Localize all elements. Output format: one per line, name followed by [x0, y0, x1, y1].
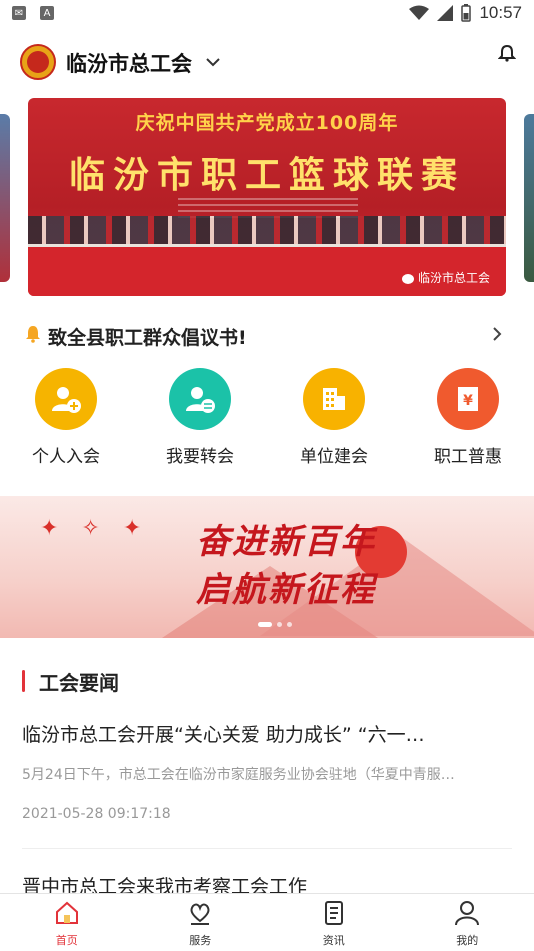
tab-profile[interactable]: 我的: [401, 894, 534, 951]
carousel-prev-card[interactable]: [0, 114, 10, 282]
user-icon: [454, 900, 480, 930]
promo-pagination: [258, 622, 292, 627]
home-icon: [54, 900, 80, 930]
news-item-date: 2021-05-28 09:17:18: [22, 806, 171, 822]
banner-carousel[interactable]: 庆祝中国共产党成立100周年 临汾市职工篮球联赛 临汾市总工会: [0, 98, 534, 298]
wifi-icon: [409, 5, 429, 21]
news-item-summary[interactable]: 5月24日下午，市总工会在临汾市家庭服务业协会驻地（华夏中青服…: [22, 764, 500, 784]
notice-text: 致全县职工群众倡议书!: [48, 323, 247, 350]
news-section-header: 工会要闻: [22, 668, 119, 694]
tab-label: 首页: [56, 932, 78, 948]
section-accent-bar: [22, 670, 25, 692]
pagination-dot-active: [258, 622, 272, 627]
document-icon: [321, 900, 347, 930]
app-header: 临汾市总工会: [0, 38, 534, 88]
person-add-icon: [35, 368, 97, 430]
bell-icon[interactable]: [498, 44, 516, 66]
building-icon: [303, 368, 365, 430]
bottom-tab-bar: 首页 服务 资讯 我的: [0, 893, 534, 951]
bird-decoration: ✦ ✧ ✦: [40, 516, 149, 541]
wechat-icon: [402, 274, 414, 284]
tab-home[interactable]: 首页: [0, 894, 134, 951]
quick-action-label: 单位建会: [284, 442, 384, 467]
quick-action-build[interactable]: 单位建会: [284, 368, 384, 467]
signal-icon: [437, 5, 453, 21]
promo-banner[interactable]: ✦ ✧ ✦ 奋进新百年 启航新征程: [0, 496, 534, 638]
news-item-title[interactable]: 临汾市总工会开展“关心关爱 助力成长” “六一…: [22, 720, 500, 747]
person-transfer-icon: [169, 368, 231, 430]
divider: [22, 848, 512, 849]
quick-actions: 个人入会 我要转会 单位建会 ¥ 职工普惠: [0, 368, 534, 468]
battery-icon: [461, 4, 471, 22]
section-title: 工会要闻: [39, 667, 119, 696]
organization-selector-title[interactable]: 临汾市总工会: [66, 48, 192, 78]
union-logo: [20, 44, 56, 80]
banner-slide[interactable]: 庆祝中国共产党成立100周年 临汾市职工篮球联赛 临汾市总工会: [28, 98, 506, 296]
quick-action-join[interactable]: 个人入会: [16, 368, 116, 467]
quick-action-label: 我要转会: [150, 442, 250, 467]
bell-alert-icon: [24, 325, 42, 347]
status-bar: ✉ A 10:57: [0, 0, 534, 28]
svg-text:¥: ¥: [463, 393, 473, 409]
banner-watermark: 临汾市总工会: [402, 269, 490, 286]
tab-news[interactable]: 资讯: [267, 894, 401, 951]
tab-label: 我的: [456, 932, 478, 948]
app-notification-icon: A: [40, 6, 54, 20]
quick-action-label: 职工普惠: [418, 442, 518, 467]
notice-bar[interactable]: 致全县职工群众倡议书!: [24, 320, 510, 352]
carousel-next-card[interactable]: [524, 114, 534, 282]
clock: 10:57: [479, 3, 522, 23]
chevron-down-icon[interactable]: [206, 52, 220, 71]
promo-slogan-line2: 启航新征程: [196, 562, 376, 611]
tab-label: 服务: [189, 932, 211, 948]
message-notification-icon: ✉: [12, 6, 26, 20]
quick-action-label: 个人入会: [16, 442, 116, 467]
chevron-right-icon[interactable]: [492, 326, 502, 347]
pagination-dot: [277, 622, 282, 627]
quick-action-benefits[interactable]: ¥ 职工普惠: [418, 368, 518, 467]
service-heart-icon: [187, 900, 213, 930]
pagination-dot: [287, 622, 292, 627]
tab-service[interactable]: 服务: [134, 894, 268, 951]
voucher-icon: ¥: [437, 368, 499, 430]
promo-slogan-line1: 奋进新百年: [196, 514, 376, 563]
tab-label: 资讯: [323, 932, 345, 948]
banner-top-text: 庆祝中国共产党成立100周年: [28, 108, 506, 135]
quick-action-transfer[interactable]: 我要转会: [150, 368, 250, 467]
banner-main-text: 临汾市职工篮球联赛: [28, 146, 506, 198]
